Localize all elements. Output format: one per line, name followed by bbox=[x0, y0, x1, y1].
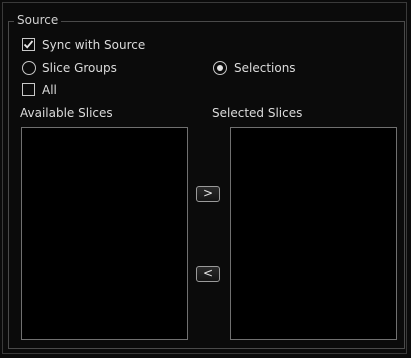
available-slices-label: Available Slices bbox=[20, 106, 113, 120]
all-label: All bbox=[42, 83, 57, 97]
all-checkbox[interactable] bbox=[22, 83, 35, 96]
checkmark-icon bbox=[23, 40, 34, 49]
selections-radio[interactable] bbox=[213, 61, 227, 75]
selected-slices-list[interactable] bbox=[230, 127, 397, 340]
sync-with-source-label: Sync with Source bbox=[42, 38, 146, 52]
selected-slices-label: Selected Slices bbox=[212, 106, 303, 120]
slice-groups-label: Slice Groups bbox=[42, 61, 117, 75]
available-slices-list[interactable] bbox=[21, 127, 188, 340]
radio-selected-dot bbox=[217, 65, 223, 71]
slice-groups-radio[interactable] bbox=[22, 61, 36, 75]
selections-label: Selections bbox=[234, 61, 296, 75]
remove-slice-button[interactable]: < bbox=[196, 266, 220, 282]
add-slice-button[interactable]: > bbox=[196, 186, 220, 202]
sync-with-source-checkbox[interactable] bbox=[22, 38, 35, 51]
source-group-title: Source bbox=[14, 12, 62, 28]
